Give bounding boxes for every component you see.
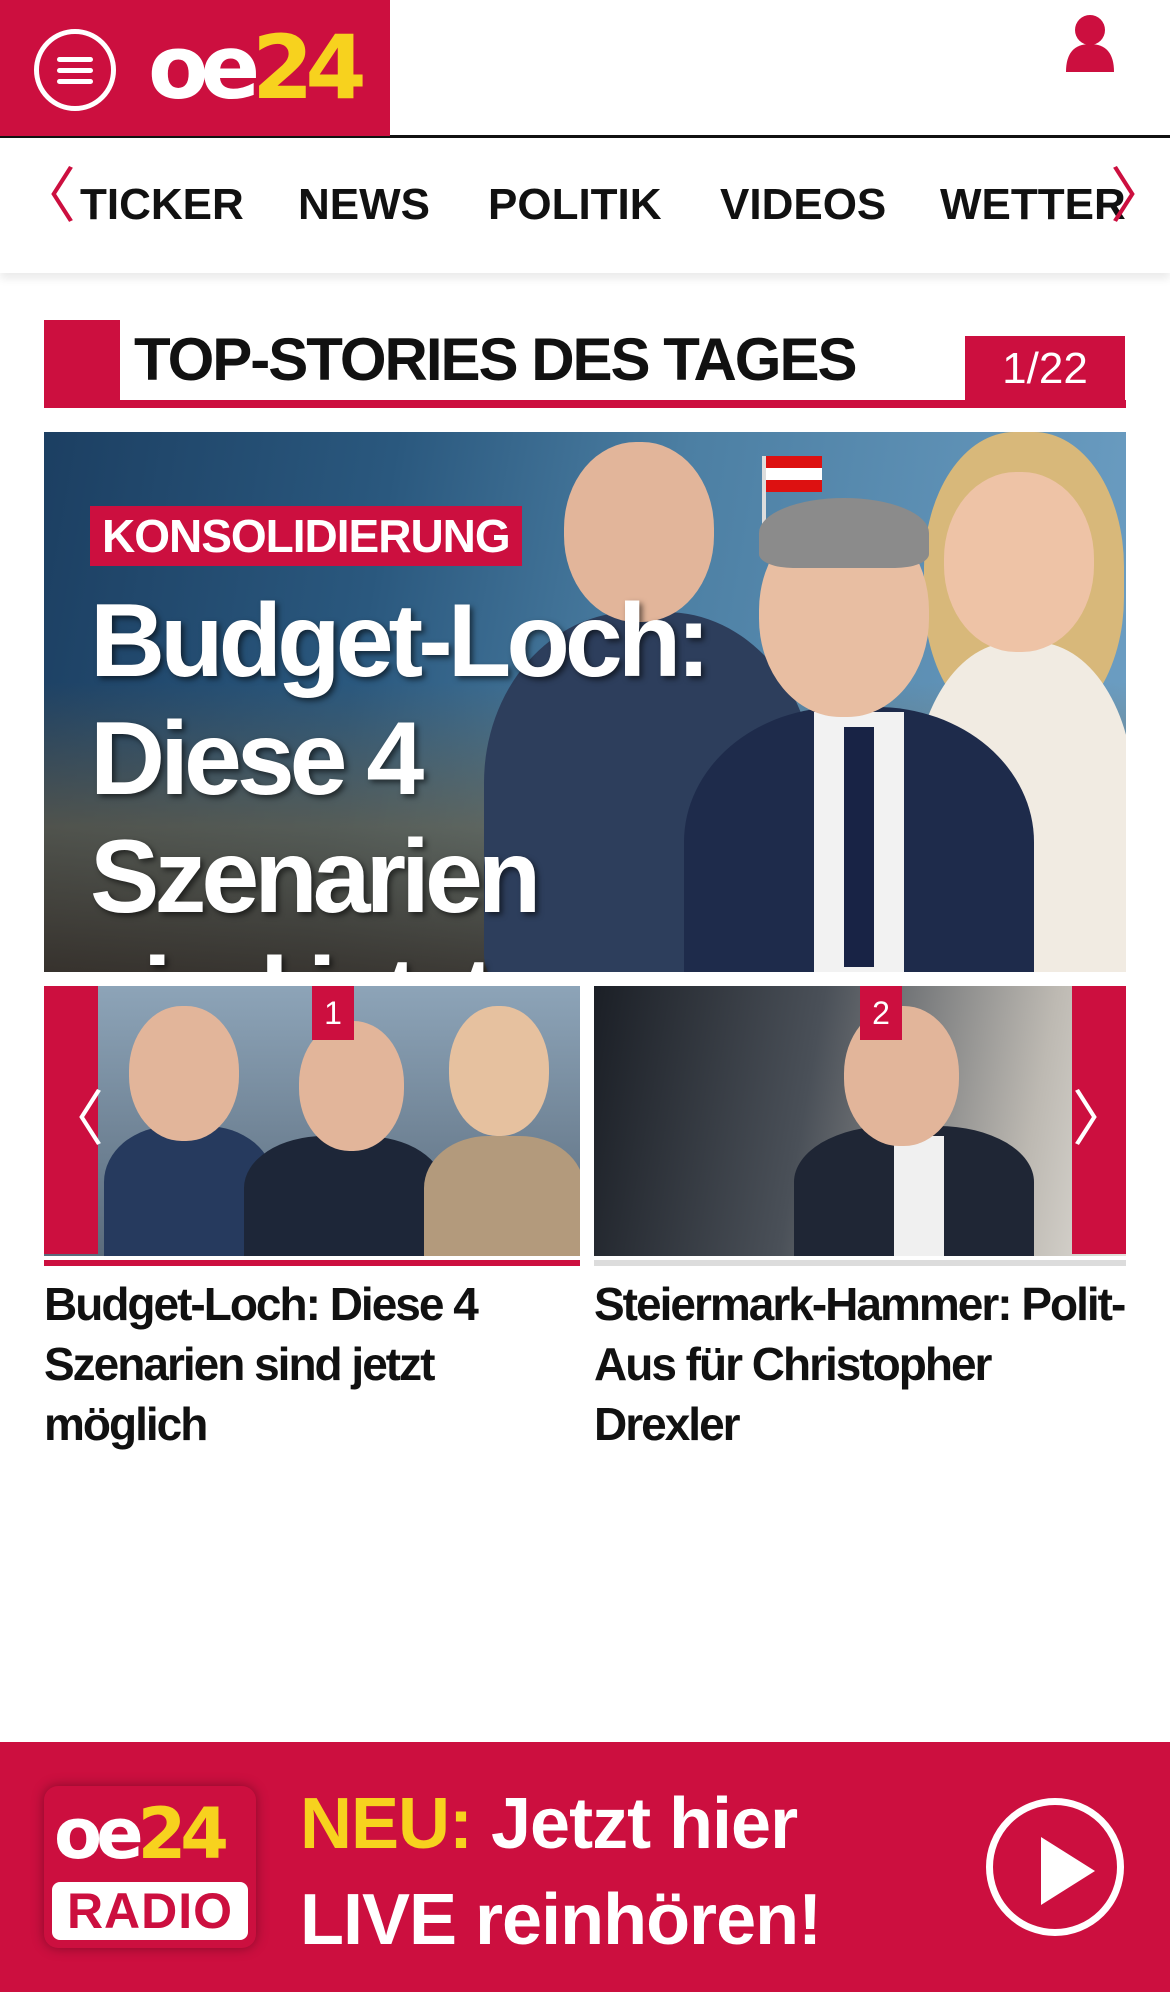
category-nav: 〈 TICKER NEWS POLITIK VIDEOS WETTER 〉: [0, 139, 1170, 273]
nav-item-politik[interactable]: POLITIK: [488, 179, 662, 231]
section-accent-block: [44, 320, 120, 408]
carousel-prev-arrow-icon[interactable]: 〈: [44, 986, 104, 1254]
hero-headline[interactable]: Budget-Loch: Diese 4 Szenarien sind jetz…: [90, 582, 711, 972]
hamburger-menu-icon[interactable]: [34, 29, 116, 111]
card-number-badge: 2: [860, 986, 902, 1040]
story-counter: 1/22: [965, 336, 1125, 402]
carousel-card-2[interactable]: 2: [594, 986, 1126, 1256]
section-header: TOP-STORIES DES TAGES: [44, 320, 1126, 408]
play-icon[interactable]: [986, 1798, 1124, 1936]
hero-person-tie: [844, 727, 874, 967]
site-header: oe24: [0, 0, 1170, 138]
section-title: TOP-STORIES DES TAGES: [134, 326, 857, 393]
nav-prev-arrow-icon[interactable]: 〈: [16, 167, 76, 227]
carousel-card-title[interactable]: Steiermark-Hammer: Polit-Aus für Christo…: [594, 1274, 1134, 1454]
hero-kicker: KONSOLIDIERUNG: [90, 506, 522, 566]
carousel-progress-inactive: [594, 1260, 1126, 1266]
nav-item-wetter[interactable]: WETTER: [940, 179, 1126, 231]
nav-item-news[interactable]: NEWS: [298, 179, 430, 231]
nav-item-videos[interactable]: VIDEOS: [720, 179, 886, 231]
card-number-badge: 1: [312, 986, 354, 1040]
hero-austrian-flag: [766, 456, 822, 492]
carousel-next-arrow-icon[interactable]: 〉: [1072, 986, 1132, 1254]
oe24-logo[interactable]: oe24: [148, 18, 367, 118]
hero-person-hair: [759, 498, 929, 568]
radio-banner[interactable]: oe24 RADIO NEU: Jetzt hier LIVE reinhöre…: [0, 1742, 1170, 1992]
radio-promo-text: NEU: Jetzt hier LIVE reinhören!: [300, 1784, 822, 1960]
carousel-card-1[interactable]: 1: [44, 986, 580, 1256]
nav-next-arrow-icon[interactable]: 〉: [1110, 167, 1170, 227]
carousel-card-title[interactable]: Budget-Loch: Diese 4 Szenarien sind jetz…: [44, 1274, 564, 1454]
carousel-progress-active: [44, 1260, 580, 1266]
oe24-radio-logo: oe24 RADIO: [44, 1786, 256, 1948]
nav-item-ticker[interactable]: TICKER: [80, 179, 244, 231]
hero-person-head: [944, 472, 1094, 652]
hero-story[interactable]: KONSOLIDIERUNG Budget-Loch: Diese 4 Szen…: [44, 432, 1126, 972]
story-carousel: 1 2 〈 〉: [44, 986, 1132, 1256]
user-account-icon[interactable]: [1062, 12, 1118, 72]
brand-area: oe24: [0, 0, 390, 136]
